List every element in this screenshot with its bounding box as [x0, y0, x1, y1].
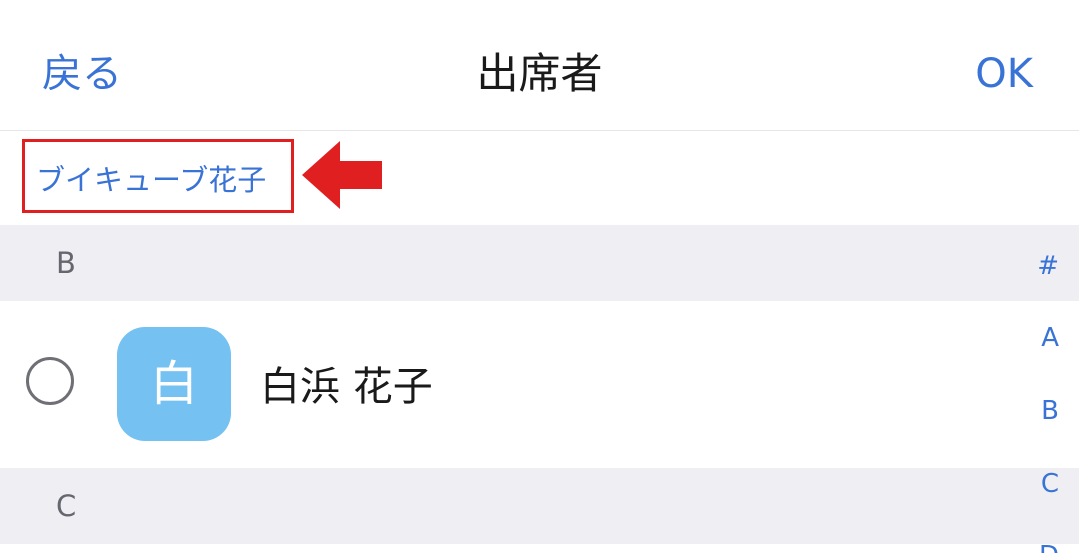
index-letter-d[interactable]: D — [1019, 540, 1059, 553]
page-title: 出席者 — [476, 49, 603, 98]
contact-name: 白浜 花子 — [260, 364, 433, 410]
section-letter: B — [56, 246, 76, 280]
section-header-c: C — [0, 468, 1079, 544]
index-letter-a[interactable]: A — [1019, 322, 1059, 354]
attendees-screen: 戻る 出席者 OK ブイキューブ花子 B 白 白浜 花子 C # A B C D — [0, 0, 1079, 553]
selected-attendee-chip[interactable]: ブイキューブ花子 — [36, 158, 266, 202]
contact-row[interactable]: 白 白浜 花子 — [0, 301, 1079, 468]
index-letter-hash[interactable]: # — [1019, 250, 1059, 282]
ok-button[interactable]: OK — [975, 44, 1033, 104]
red-arrow-icon — [302, 141, 382, 209]
section-header-b: B — [0, 225, 1079, 301]
index-letter-c[interactable]: C — [1019, 468, 1059, 500]
avatar-initial: 白 — [149, 356, 198, 412]
section-letter: C — [56, 489, 77, 523]
select-radio[interactable] — [26, 357, 74, 405]
index-letter-b[interactable]: B — [1019, 395, 1059, 427]
nav-bar: 戻る 出席者 OK — [0, 0, 1079, 131]
avatar: 白 — [117, 327, 231, 441]
